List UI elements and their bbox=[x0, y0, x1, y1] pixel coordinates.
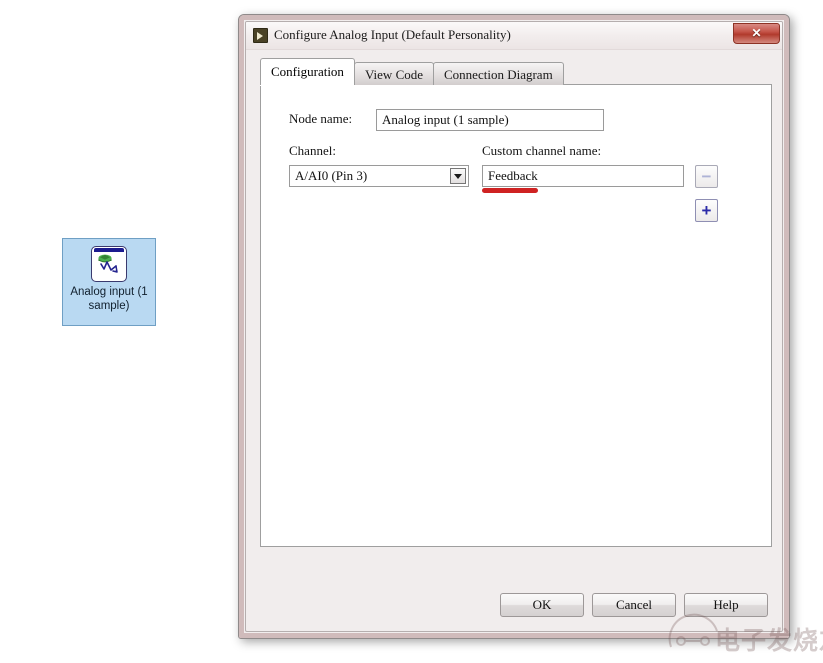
configure-analog-input-dialog: Configure Analog Input (Default Personal… bbox=[238, 14, 790, 639]
tab-configuration[interactable]: Configuration bbox=[260, 58, 355, 85]
dialog-title-bar[interactable]: Configure Analog Input (Default Personal… bbox=[246, 22, 782, 50]
tab-view-code[interactable]: View Code bbox=[353, 62, 435, 85]
chevron-down-icon[interactable] bbox=[450, 168, 466, 184]
channel-label: Channel: bbox=[289, 143, 336, 158]
analog-input-node-icon bbox=[91, 246, 127, 282]
help-button[interactable]: Help bbox=[684, 593, 768, 617]
tab-connection-diagram[interactable]: Connection Diagram bbox=[433, 62, 564, 85]
channel-select-value: A/AI0 (Pin 3) bbox=[295, 168, 368, 183]
dialog-title: Configure Analog Input (Default Personal… bbox=[274, 27, 511, 42]
configuration-tab-panel: Node name: Channel: A/AI0 (Pin 3) Custom… bbox=[260, 84, 772, 547]
dialog-inner-frame: Configure Analog Input (Default Personal… bbox=[245, 21, 783, 632]
analog-input-node[interactable]: Analog input (1 sample) bbox=[62, 238, 156, 326]
custom-channel-name-label: Custom channel name: bbox=[482, 143, 602, 158]
node-name-label: Node name: bbox=[289, 111, 353, 126]
close-icon[interactable]: ✕ bbox=[733, 23, 780, 44]
ok-button[interactable]: OK bbox=[500, 593, 584, 617]
cancel-button[interactable]: Cancel bbox=[592, 593, 676, 617]
channel-select[interactable]: A/AI0 (Pin 3) bbox=[289, 165, 469, 187]
analog-input-node-label: Analog input (1 sample) bbox=[70, 286, 148, 312]
custom-channel-name-highlight bbox=[482, 188, 538, 193]
tab-strip: Configuration View Code Connection Diagr… bbox=[260, 58, 564, 85]
labview-vi-icon bbox=[253, 28, 268, 43]
node-icon-graphic bbox=[98, 254, 118, 273]
node-name-input[interactable] bbox=[376, 109, 604, 131]
dialog-button-row: OK Cancel Help bbox=[500, 593, 768, 617]
add-channel-button[interactable]: + bbox=[695, 199, 718, 222]
custom-channel-name-input[interactable] bbox=[482, 165, 684, 187]
remove-channel-button[interactable]: − bbox=[695, 165, 718, 188]
